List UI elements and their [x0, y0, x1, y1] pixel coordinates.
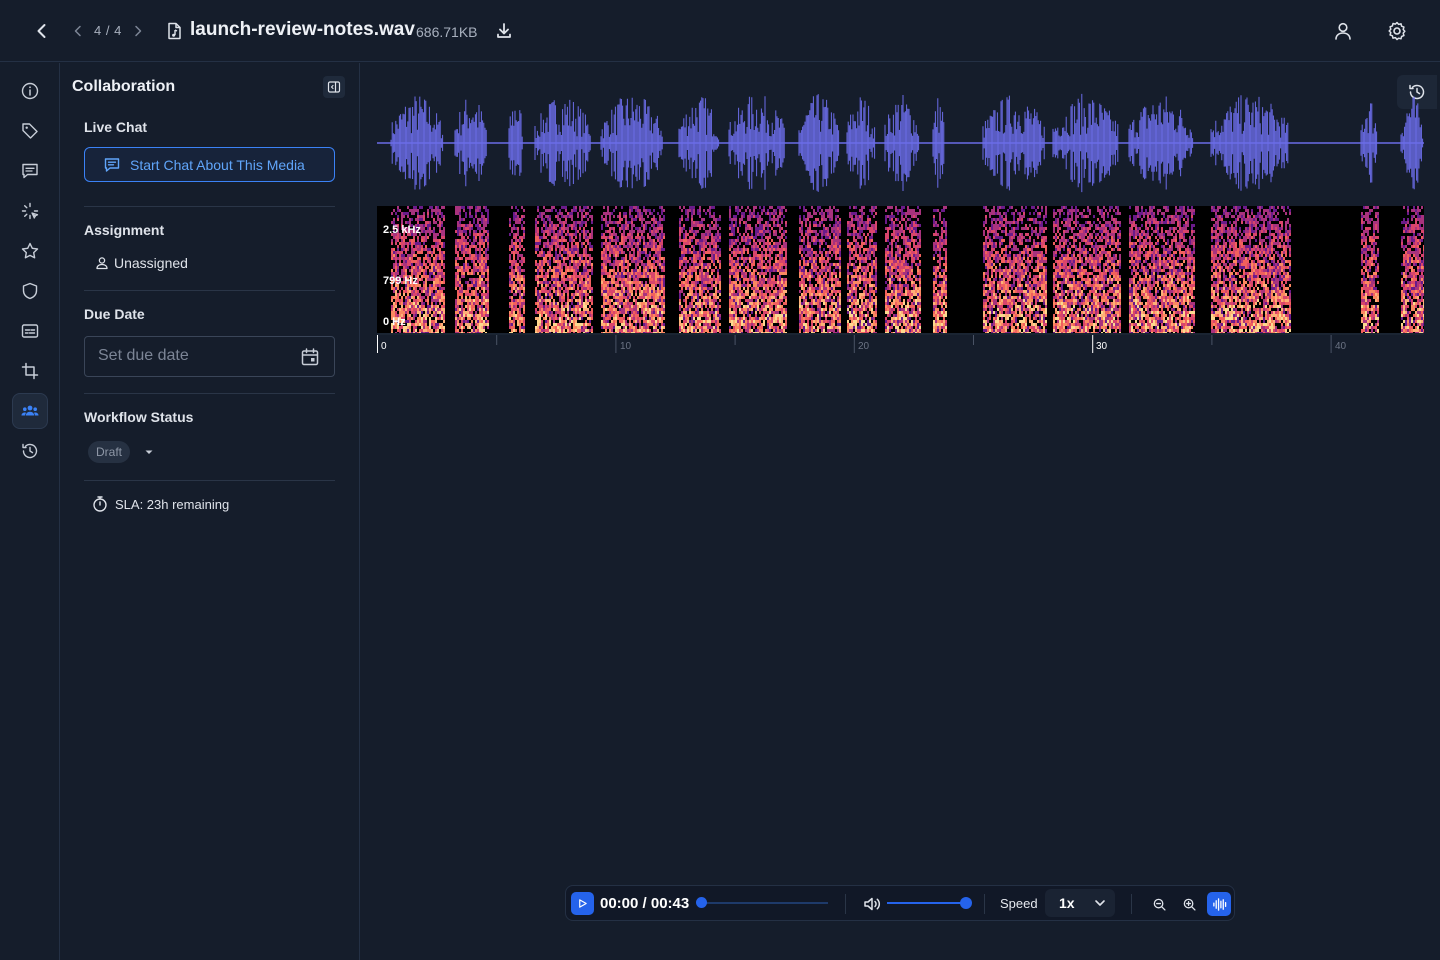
file-size: 686.71KB [416, 24, 478, 40]
due-date-input[interactable] [98, 347, 288, 365]
divider [1131, 894, 1132, 914]
time-ruler[interactable]: 0 10 20 30 40 [377, 333, 1424, 357]
download-icon[interactable] [493, 20, 515, 42]
status-badge[interactable]: Draft [88, 441, 131, 463]
speed-value: 1x [1059, 895, 1075, 911]
waveform-view-button[interactable] [1207, 892, 1231, 916]
people-icon[interactable] [12, 393, 48, 429]
due-date-label: Due Date [84, 306, 145, 322]
play-button[interactable] [571, 892, 594, 915]
collapse-panel-icon[interactable] [323, 76, 345, 98]
file-name: launch-review-notes.wav [190, 19, 415, 40]
calendar-icon[interactable] [299, 346, 321, 368]
player-controls: 00:00 / 00:43 Speed 1x [565, 885, 1235, 921]
speed-select[interactable]: 1x [1045, 889, 1115, 917]
caret-down-icon[interactable] [142, 445, 156, 459]
shield-icon[interactable] [12, 273, 48, 309]
chat-icon [104, 157, 120, 172]
collaboration-panel: Collaboration Live Chat Start Chat About… [60, 63, 360, 960]
time-label-40: 40 [1335, 341, 1347, 352]
sla-text: SLA: 23h remaining [115, 496, 230, 512]
zoom-out-icon [1153, 898, 1166, 911]
assignee-value: Unassigned [114, 255, 188, 271]
time-label-20: 20 [858, 341, 870, 352]
chevron-down-icon [1094, 900, 1105, 906]
divider [984, 894, 985, 914]
divider [84, 393, 335, 394]
tag-icon[interactable] [12, 113, 48, 149]
start-chat-label: Start Chat About This Media [130, 156, 305, 173]
freq-label-low: 0 Hz [383, 316, 406, 328]
crop-icon[interactable] [12, 353, 48, 389]
live-chat-label: Live Chat [84, 119, 148, 135]
top-bar: 4 / 4 launch-review-notes.wav 686.71KB [0, 0, 1440, 62]
time-label-0: 0 [381, 341, 387, 352]
speed-label: Speed [1000, 896, 1038, 911]
panel-title: Collaboration [72, 78, 176, 95]
info-icon[interactable] [12, 73, 48, 109]
time-label-30: 30 [1096, 341, 1108, 352]
next-icon[interactable] [130, 23, 146, 39]
divider [845, 894, 846, 914]
sparkle-icon[interactable] [12, 193, 48, 229]
seek-handle[interactable] [696, 897, 707, 908]
back-icon[interactable] [30, 19, 54, 43]
user-icon[interactable] [1331, 19, 1355, 43]
comment-icon[interactable] [12, 153, 48, 189]
previous-icon[interactable] [70, 23, 86, 39]
assignee-selector[interactable]: Unassigned [94, 255, 188, 271]
time-label-10: 10 [620, 341, 632, 352]
audio-waveform[interactable] [377, 81, 1424, 205]
time-ruler-ticks [377, 333, 1424, 353]
volume-slider[interactable] [887, 902, 967, 904]
divider [84, 480, 335, 481]
volume-icon[interactable] [862, 894, 882, 914]
play-icon [579, 899, 587, 908]
freq-label-mid: 799 Hz [383, 275, 418, 287]
zoom-in-icon [1183, 898, 1196, 911]
workflow-status-label: Workflow Status [84, 409, 194, 425]
pager-count: 4 / 4 [94, 23, 122, 38]
assignment-label: Assignment [84, 222, 165, 238]
spectrogram[interactable]: 2.5 kHz 799 Hz 0 Hz [377, 206, 1424, 333]
sla-indicator: SLA: 23h remaining [91, 495, 229, 513]
volume-handle[interactable] [960, 897, 972, 909]
media-viewer: 2.5 kHz 799 Hz 0 Hz 0 10 20 30 40 [361, 63, 1440, 960]
settings-gear-icon[interactable] [1385, 19, 1409, 43]
person-icon [96, 257, 108, 270]
spectrogram-canvas [391, 206, 1424, 333]
divider [84, 290, 335, 291]
star-icon[interactable] [12, 233, 48, 269]
history-icon[interactable] [12, 433, 48, 469]
divider [84, 206, 335, 207]
subtitles-icon[interactable] [12, 313, 48, 349]
start-chat-button[interactable]: Start Chat About This Media [84, 147, 335, 182]
icon-rail [0, 63, 60, 960]
audio-file-icon [164, 21, 184, 41]
playback-time: 00:00 / 00:43 [600, 895, 690, 912]
due-date-field[interactable] [84, 336, 335, 377]
zoom-out-button[interactable] [1147, 892, 1171, 916]
timer-icon [93, 496, 107, 512]
waveform-icon [1212, 897, 1226, 911]
zoom-in-button[interactable] [1177, 892, 1201, 916]
seek-bar[interactable] [700, 902, 828, 904]
freq-label-high: 2.5 kHz [383, 224, 421, 236]
workflow-status-select[interactable]: Draft [88, 441, 156, 463]
